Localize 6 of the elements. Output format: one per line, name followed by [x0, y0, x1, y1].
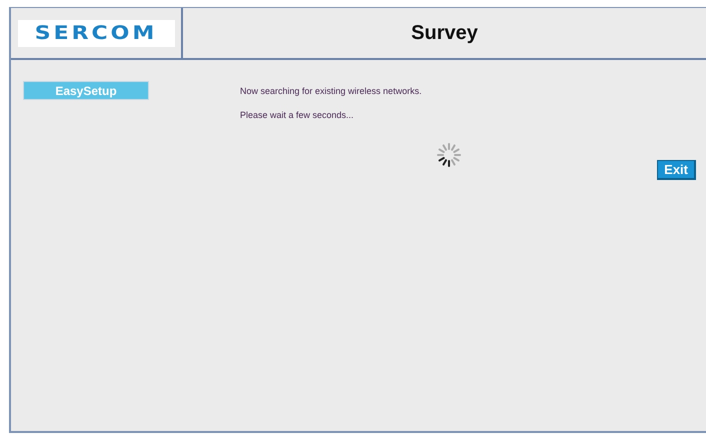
- logo-wordmark: SERCOM: [34, 22, 158, 44]
- status-message: Please wait a few seconds...: [240, 110, 355, 120]
- sidebar-item[interactable]: EasySetup: [23, 81, 149, 100]
- status-message: Now searching for existing wireless networks.: [240, 86, 423, 96]
- exit-button[interactable]: Exit: [657, 160, 696, 180]
- page-title: Survey: [411, 22, 478, 44]
